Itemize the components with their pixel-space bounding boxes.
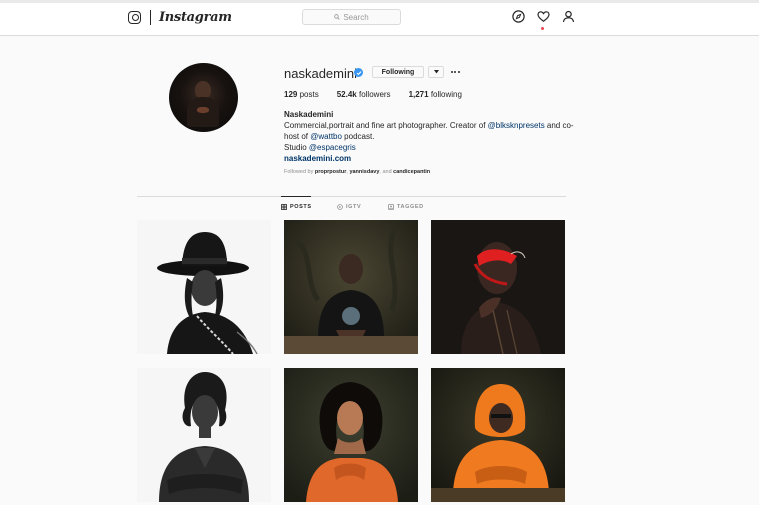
profile-full-name: Naskademini [284,110,334,119]
mention-link[interactable]: @wattbo [310,132,342,141]
bio-line-2: Studio @espacegris [284,142,574,153]
explore-icon[interactable] [512,10,525,23]
bio-text: Studio [284,143,309,152]
followed-by-prefix: Followed by [284,169,315,175]
grid-icon [281,204,287,210]
following-label: following [430,90,462,99]
tab-posts[interactable]: POSTS [281,204,312,210]
tab-tagged-label: TAGGED [397,204,424,210]
active-tab-indicator [281,196,311,197]
nav-icon-group [512,10,575,23]
post-thumbnail[interactable] [137,220,271,354]
tab-igtv[interactable]: IGTV [337,204,361,210]
mention-link[interactable]: @blksknpresets [488,121,545,130]
notification-dot [541,27,544,30]
heart-icon[interactable] [537,10,550,23]
post-image-woman-orange [284,368,418,502]
instagram-glyph-icon [128,10,141,24]
search-input[interactable]: Search [302,9,401,25]
dot-icon [457,71,460,73]
avatar-hands [197,107,209,113]
follower-username: proprpostur [314,169,347,175]
bio-text: podcast. [341,132,375,141]
profile-bio: Naskademini Commercial,portrait and fine… [284,109,574,164]
logo-divider [150,9,151,25]
bio-line-1: Commercial,portrait and fine art photogr… [284,120,574,142]
following-stat[interactable]: 1,271 following [409,90,462,99]
following-button[interactable]: Following [372,66,424,78]
tab-posts-label: POSTS [290,204,312,210]
post-thumbnail[interactable] [284,220,418,354]
search-placeholder: Search [343,12,369,22]
followers-stat[interactable]: 52.4k followers [337,90,391,99]
followed-by-text[interactable]: Followed by proprpostur, yannisdavy, and… [284,169,430,175]
post-thumbnail[interactable] [431,368,565,502]
post-thumbnail[interactable] [431,220,565,354]
instagram-logo[interactable]: Instagram [128,9,232,25]
verified-badge-icon [354,68,363,77]
post-image-woman-hat [137,220,271,354]
search-icon [334,14,341,20]
caret-down-icon [433,70,439,74]
profile-stats: 129 posts 52.4k followers 1,271 followin… [284,90,480,99]
post-image-woman-braids [137,368,271,502]
dot-icon [454,71,456,73]
profile-avatar[interactable] [169,63,238,132]
post-image-man-table [284,220,418,354]
separator: , and [379,169,394,175]
followers-label: followers [358,90,391,99]
post-thumbnail[interactable] [284,368,418,502]
follower-username: candicepantin [393,169,431,175]
tab-tagged[interactable]: TAGGED [388,204,424,210]
post-image-man-orange-hoodie [431,368,565,502]
posts-count: 129 [284,90,298,99]
followers-count: 52.4k [336,90,357,99]
dot-icon [450,71,453,73]
post-thumbnail[interactable] [137,368,271,502]
mention-link[interactable]: @espacegris [309,143,356,152]
follower-username: yannisdavy [349,169,380,175]
tag-icon [388,204,394,210]
posts-label: posts [299,90,319,99]
bio-text: Commercial,portrait and fine art photogr… [284,121,488,130]
website-link[interactable]: naskademini.com [284,153,574,164]
tabs-divider [137,196,566,197]
profile-icon[interactable] [562,10,575,23]
suggestions-dropdown-button[interactable] [428,66,444,78]
post-image-man-red-light [431,220,565,354]
igtv-icon [337,204,343,210]
instagram-wordmark: Instagram [159,9,232,25]
profile-username: naskademini [284,66,357,81]
following-count: 1,271 [408,90,429,99]
more-options-button[interactable] [449,66,461,78]
tab-igtv-label: IGTV [346,204,362,210]
posts-count-stat: 129 posts [284,90,319,99]
